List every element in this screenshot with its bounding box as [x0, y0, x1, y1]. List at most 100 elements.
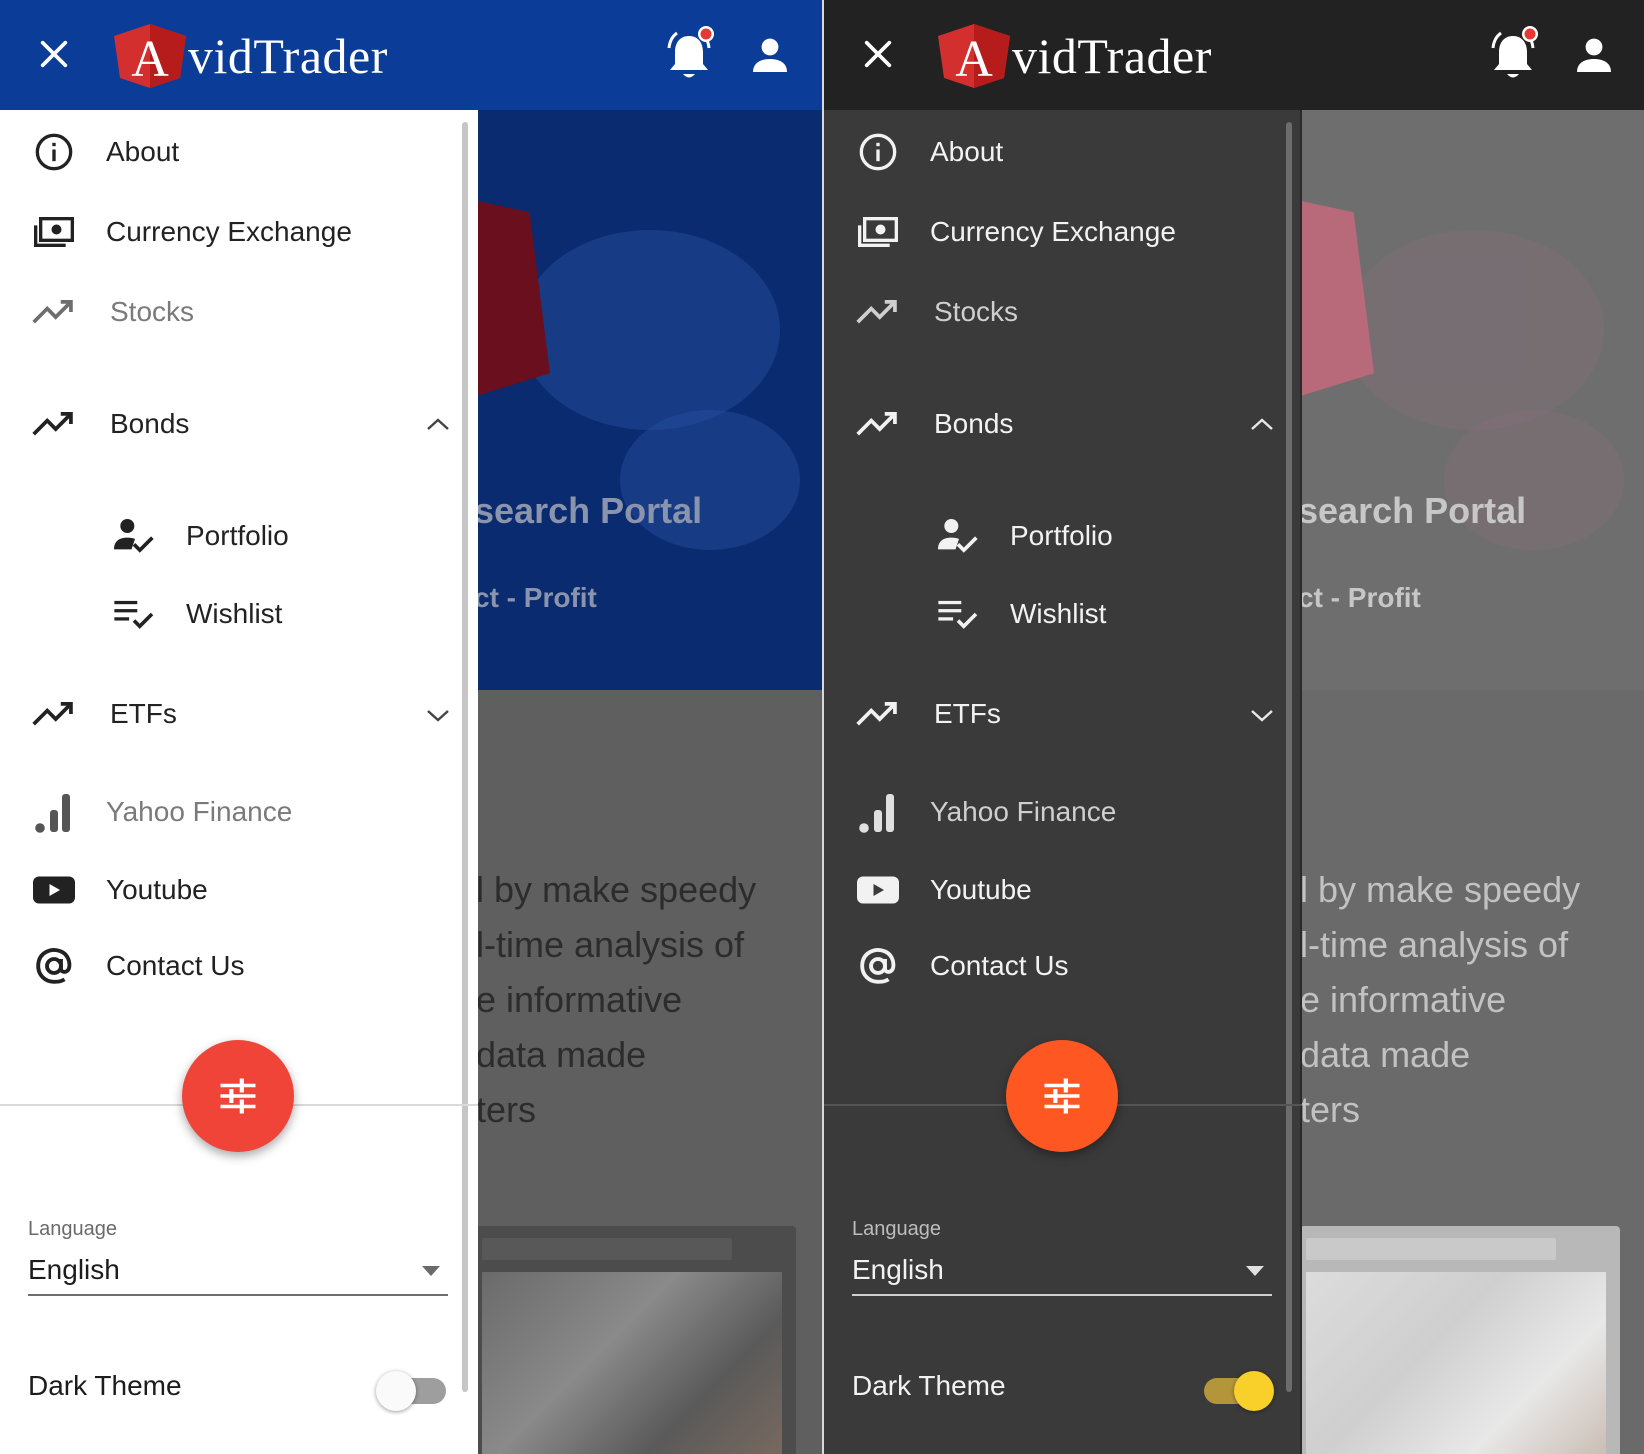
nav-item-yahoo-finance[interactable]: Yahoo Finance [824, 780, 1284, 844]
nav-item-wishlist[interactable]: Wishlist [0, 582, 460, 646]
nav-item-about[interactable]: About [0, 120, 460, 184]
tune-icon [1044, 1078, 1080, 1114]
chevron-down-icon[interactable] [420, 698, 456, 734]
person-icon [753, 38, 787, 72]
toggle-thumb [376, 1371, 416, 1411]
account-button[interactable] [1570, 32, 1618, 80]
info-icon [856, 130, 900, 174]
preview-card-bar [482, 1238, 732, 1260]
nav-item-wishlist[interactable]: Wishlist [824, 582, 1284, 646]
trending-up-icon [32, 692, 76, 736]
brand-logo[interactable]: A vidTrader [934, 22, 1212, 90]
nav-item-portfolio[interactable]: Portfolio [824, 504, 1284, 568]
person-icon [1577, 38, 1611, 72]
drawer-scrollbar[interactable] [1286, 122, 1292, 1392]
nav-label: Wishlist [186, 598, 283, 629]
dark-theme-toggle[interactable] [1200, 1370, 1274, 1411]
language-value: English [852, 1254, 944, 1285]
intro-line: e informative [1300, 979, 1507, 1020]
nav-item-youtube[interactable]: Youtube [0, 858, 460, 922]
nav-item-stocks[interactable]: Stocks [0, 280, 460, 344]
dropdown-arrow-icon [422, 1266, 440, 1276]
intro-line: data made [1300, 1034, 1471, 1075]
bell-alert-icon [1491, 26, 1538, 78]
intro-line: e informative [476, 979, 683, 1020]
intro-text: l by make speedy l-time analysis of e info… [1300, 862, 1580, 1137]
nav-item-currency-exchange[interactable]: Currency Exchange [824, 200, 1284, 264]
nav-label: ETFs [110, 698, 177, 729]
nav-item-portfolio[interactable]: Portfolio [0, 504, 460, 568]
hero-subtitle: ct - Profit [474, 582, 597, 613]
person-check-icon [936, 514, 980, 558]
person-check-icon [112, 514, 156, 558]
trending-up-icon [856, 290, 900, 334]
brand-logo[interactable]: A vidTrader [110, 22, 388, 90]
money-icon [32, 210, 76, 254]
nav-label: ETFs [934, 698, 1001, 729]
dark-theme-toggle[interactable] [376, 1370, 450, 1411]
preview-card-bar [1306, 1238, 1556, 1260]
nav-item-about[interactable]: About [824, 120, 1284, 184]
youtube-icon [856, 868, 900, 912]
language-label: Language [28, 1218, 117, 1240]
bell-alert-icon [667, 26, 714, 78]
nav-label: Bonds [934, 408, 1014, 439]
nav-item-contact-us[interactable]: Contact Us [0, 934, 460, 998]
nav-item-contact-us[interactable]: Contact Us [824, 934, 1284, 998]
settings-fab-button[interactable] [182, 1040, 294, 1152]
nav-label: About [930, 136, 1004, 167]
close-icon [40, 40, 68, 68]
nav-item-yahoo-finance[interactable]: Yahoo Finance [0, 780, 460, 844]
app-toolbar: A vidTrader [824, 0, 1644, 110]
world-map-decoration [520, 230, 780, 430]
at-sign-icon [856, 944, 900, 988]
signal-bars-icon [32, 790, 76, 834]
dark-theme-label: Dark Theme [28, 1370, 182, 1401]
playlist-check-icon [112, 592, 156, 636]
nav-label: Stocks [934, 296, 1019, 327]
chevron-up-icon[interactable] [420, 406, 456, 442]
nav-item-etfs[interactable]: ETFs [824, 682, 1284, 746]
brand-initial: A [131, 31, 169, 88]
language-value: English [28, 1254, 120, 1285]
nav-item-bonds[interactable]: Bonds [824, 392, 1284, 456]
navigation-drawer: About Currency Exchange Stocks Bonds Por… [824, 110, 1302, 1454]
notifications-button[interactable] [660, 24, 718, 84]
close-menu-button[interactable] [854, 30, 902, 78]
close-menu-button[interactable] [30, 30, 78, 78]
hero-title: search Portal [1298, 490, 1527, 531]
brand-shield-icon: A [934, 22, 1014, 90]
navigation-drawer: About Currency Exchange Stocks Bonds Por… [0, 110, 478, 1454]
nav-label: Portfolio [186, 520, 289, 551]
intro-line: data made [476, 1034, 647, 1075]
brand-initial: A [955, 31, 993, 88]
intro-line: l-time analysis of [1300, 924, 1569, 965]
dark-theme-screen: search Portal ct - Profit l by make spee… [824, 0, 1644, 1454]
nav-item-etfs[interactable]: ETFs [0, 682, 460, 746]
tune-icon [220, 1078, 256, 1114]
light-theme-screen: search Portal ct - Profit l by make spee… [0, 0, 822, 1454]
chevron-down-icon[interactable] [1244, 698, 1280, 734]
language-select[interactable]: English [28, 1246, 448, 1296]
nav-label: Contact Us [106, 950, 245, 981]
nav-item-bonds[interactable]: Bonds [0, 392, 460, 456]
preview-card-image [482, 1272, 782, 1454]
language-label: Language [852, 1218, 941, 1240]
money-icon [856, 210, 900, 254]
trending-up-icon [32, 290, 76, 334]
hero-title: search Portal [474, 490, 703, 531]
playlist-check-icon [936, 592, 980, 636]
settings-fab-button[interactable] [1006, 1040, 1118, 1152]
drawer-scrollbar[interactable] [462, 122, 468, 1392]
language-select[interactable]: English [852, 1246, 1272, 1296]
notifications-button[interactable] [1484, 24, 1542, 84]
chevron-up-icon[interactable] [1244, 406, 1280, 442]
nav-item-stocks[interactable]: Stocks [824, 280, 1284, 344]
nav-item-currency-exchange[interactable]: Currency Exchange [0, 200, 460, 264]
intro-line: ters [1300, 1089, 1361, 1130]
nav-label: Yahoo Finance [106, 796, 293, 827]
intro-line: l-time analysis of [476, 924, 745, 965]
nav-item-youtube[interactable]: Youtube [824, 858, 1284, 922]
account-button[interactable] [746, 32, 794, 80]
nav-label: Currency Exchange [930, 216, 1176, 247]
